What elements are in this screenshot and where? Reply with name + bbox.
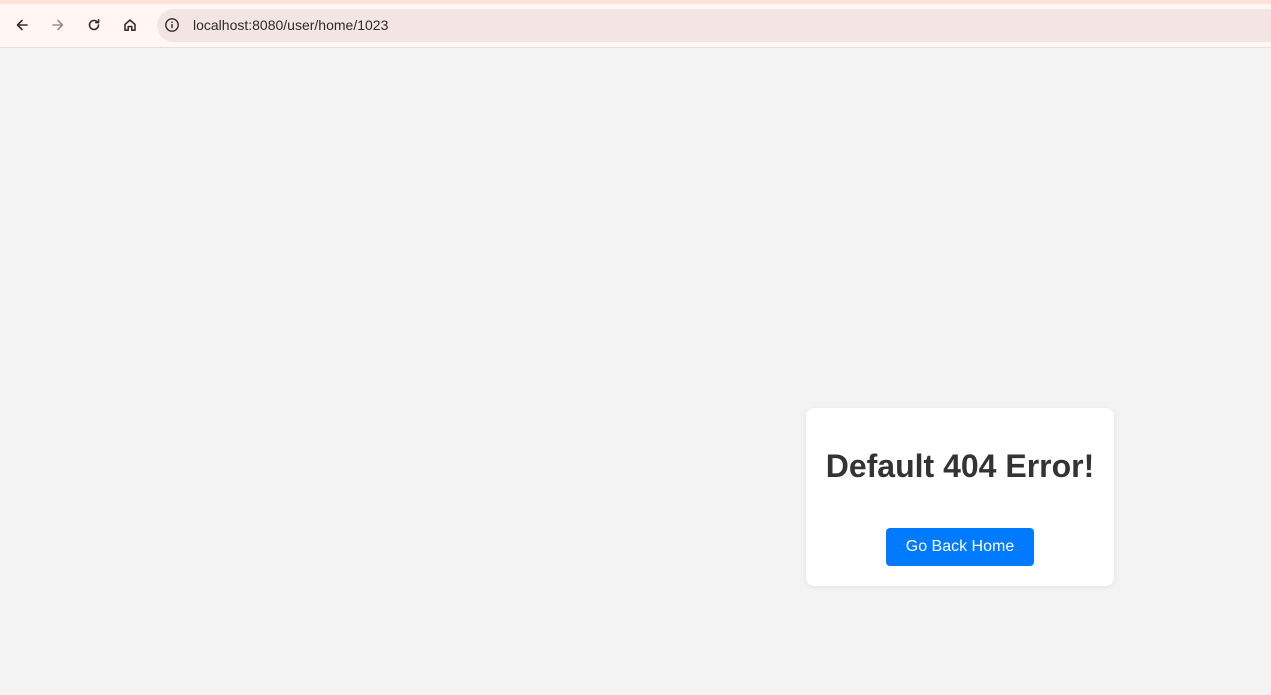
home-icon: [124, 19, 136, 31]
error-title: Default 404 Error!: [825, 448, 1095, 484]
go-back-home-button[interactable]: Go Back Home: [886, 528, 1034, 566]
reload-button[interactable]: [82, 13, 106, 37]
home-button[interactable]: [118, 13, 142, 37]
forward-button[interactable]: [46, 13, 70, 37]
url-text[interactable]: localhost:8080/user/home/1023: [193, 17, 388, 33]
back-arrow-icon: [16, 19, 28, 31]
info-icon[interactable]: [164, 17, 180, 33]
page-content: Default 404 Error! Go Back Home: [0, 48, 1271, 695]
forward-arrow-icon: [52, 19, 64, 31]
address-bar[interactable]: localhost:8080/user/home/1023: [157, 9, 1271, 42]
reload-icon: [88, 19, 100, 31]
back-button[interactable]: [10, 13, 34, 37]
browser-toolbar: localhost:8080/user/home/1023: [0, 0, 1271, 48]
error-card: Default 404 Error! Go Back Home: [806, 408, 1114, 586]
